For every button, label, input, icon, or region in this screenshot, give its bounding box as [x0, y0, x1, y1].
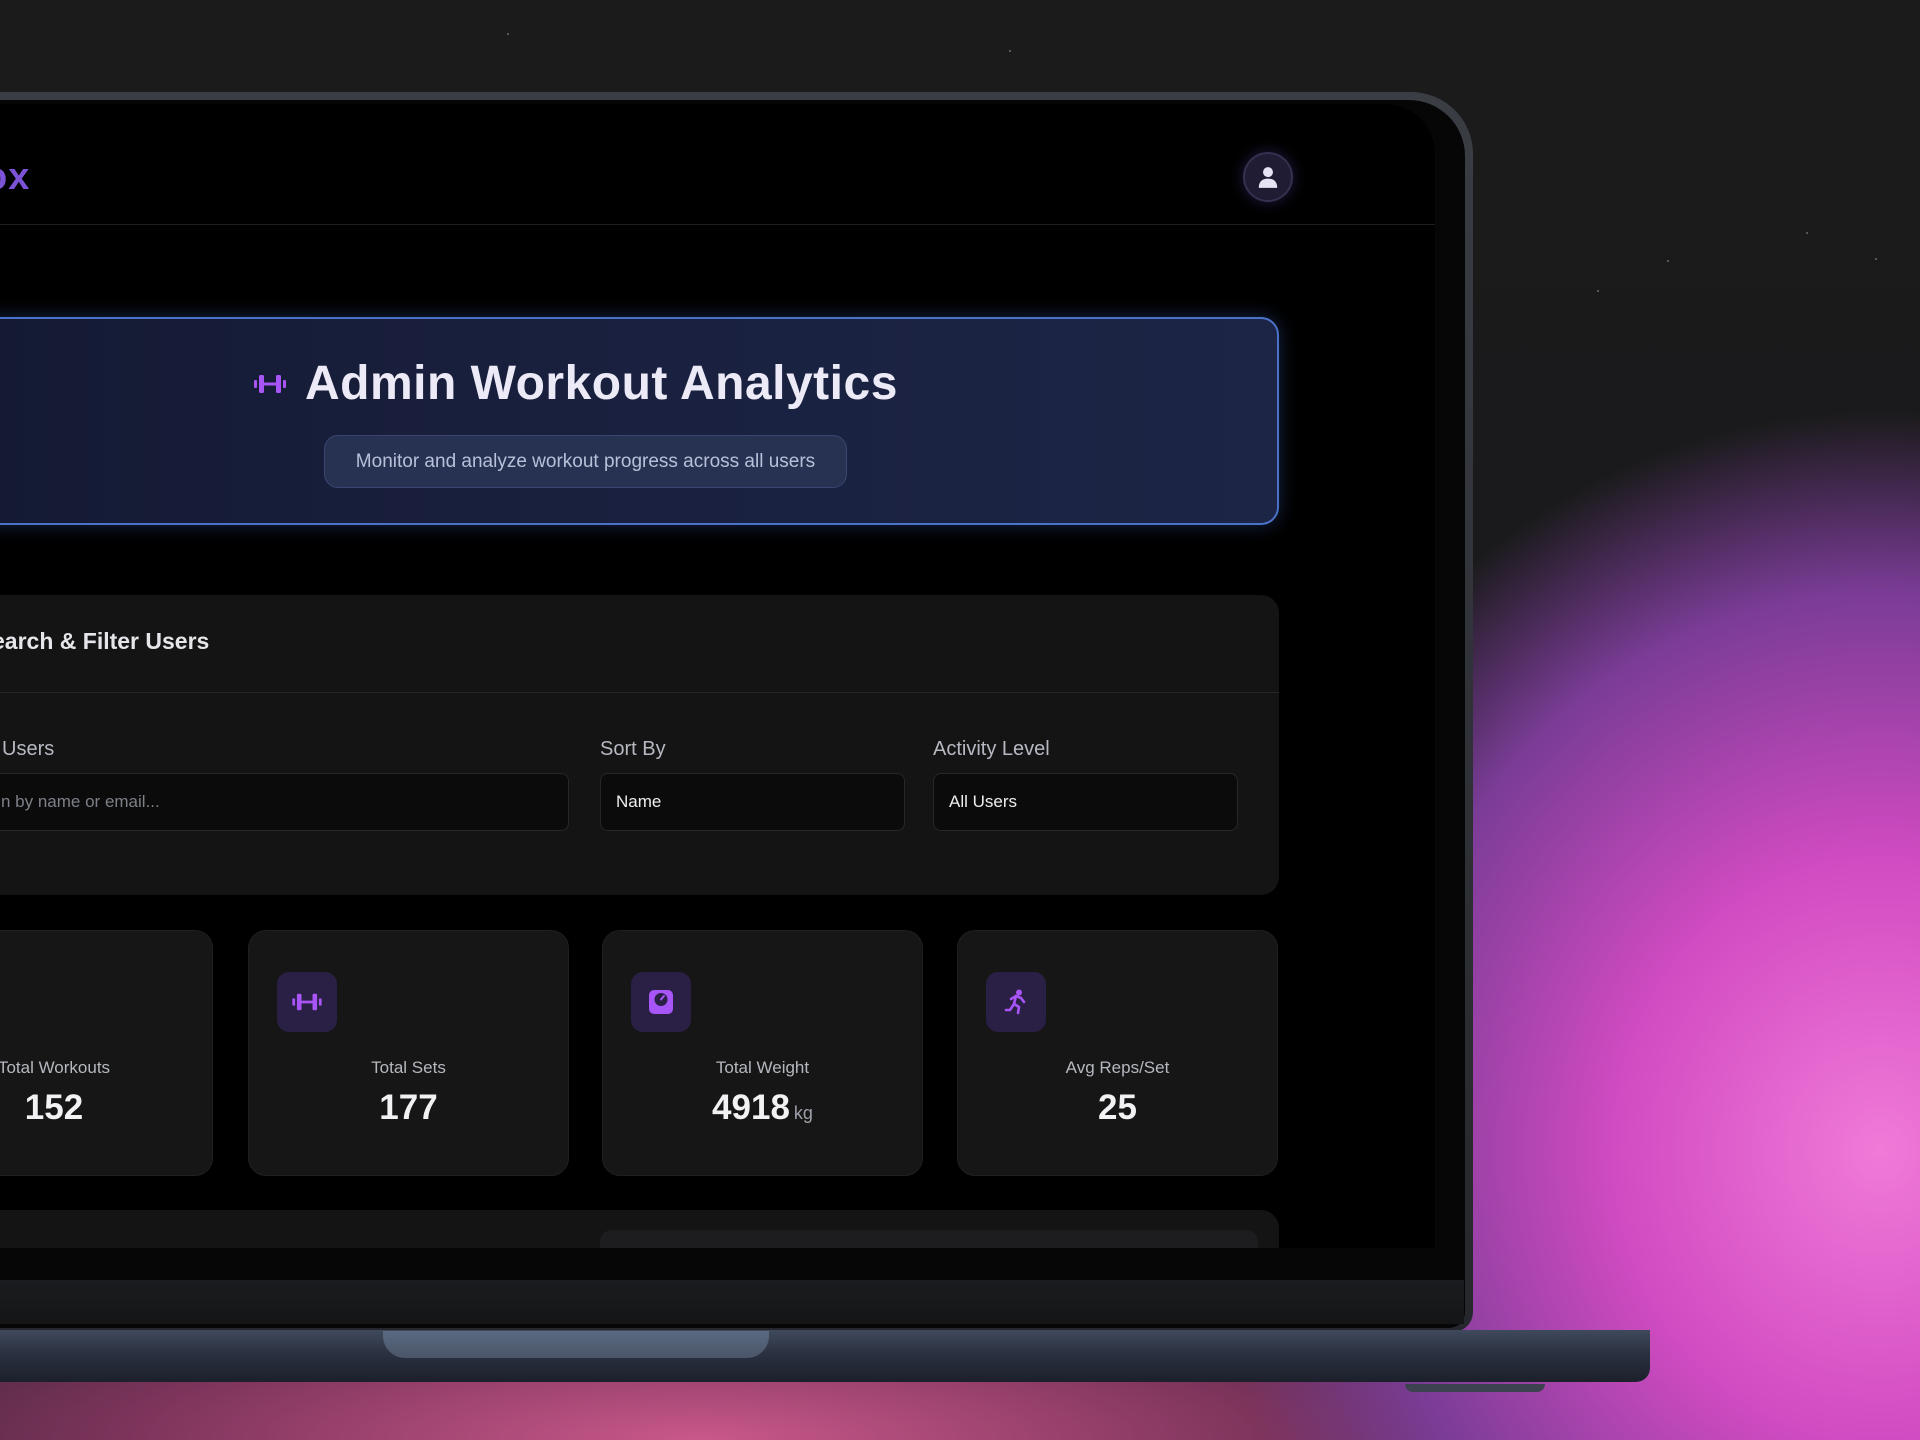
- stat-value: 177: [379, 1088, 438, 1127]
- dumbbell-icon: [277, 972, 337, 1032]
- user-avatar[interactable]: [1243, 152, 1293, 202]
- top-navbar: ox: [0, 104, 1435, 225]
- filter-panel-title: earch & Filter Users: [0, 628, 210, 654]
- stat-label: Total Weight: [715, 1058, 810, 1077]
- star: [1009, 50, 1011, 52]
- hero-banner: [0, 317, 1279, 525]
- sort-select[interactable]: Name: [600, 773, 905, 831]
- sort-label: Sort By: [600, 738, 666, 760]
- laptop-base: [0, 1330, 1650, 1382]
- stat-card-total-sets: [248, 930, 569, 1176]
- search-input[interactable]: n by name or email...: [0, 773, 569, 831]
- dumbbell-icon: [254, 372, 286, 401]
- app-logo[interactable]: ox: [0, 156, 30, 199]
- star: [507, 33, 509, 35]
- stat-value-number: 4918: [712, 1088, 790, 1127]
- app-screen: ox Admin Workout Analytics Monitor and a…: [0, 104, 1435, 1248]
- panel-divider: [0, 692, 1279, 693]
- stat-value: 25: [1098, 1088, 1137, 1127]
- laptop-chin: [0, 1280, 1464, 1324]
- page-title: Admin Workout Analytics: [305, 357, 898, 410]
- laptop-foot: [1405, 1384, 1545, 1392]
- star: [1806, 232, 1808, 234]
- bottom-panel-inner: [600, 1230, 1258, 1248]
- stat-card-total-workouts: [0, 930, 213, 1176]
- running-icon: [986, 972, 1046, 1032]
- stat-label: Total Workouts: [0, 1058, 111, 1077]
- stat-card-avg-reps: [957, 930, 1278, 1176]
- star: [1597, 290, 1599, 292]
- stat-unit: kg: [793, 1103, 813, 1123]
- scale-icon: [631, 972, 691, 1032]
- stat-label: Avg Reps/Set: [1065, 1058, 1170, 1077]
- laptop-notch: [383, 1331, 769, 1358]
- activity-select[interactable]: All Users: [933, 773, 1238, 831]
- star: [1667, 260, 1669, 262]
- stat-value: 4918 kg: [602, 1088, 923, 1128]
- page-subtitle: Monitor and analyze workout progress acr…: [324, 435, 847, 488]
- stat-value: 152: [24, 1088, 84, 1127]
- activity-label: Activity Level: [933, 738, 1050, 760]
- search-label: Users: [2, 738, 55, 760]
- user-icon: [1258, 167, 1278, 188]
- stat-card-total-weight: [602, 930, 923, 1176]
- stat-label: Total Sets: [371, 1058, 446, 1077]
- star: [1875, 258, 1877, 260]
